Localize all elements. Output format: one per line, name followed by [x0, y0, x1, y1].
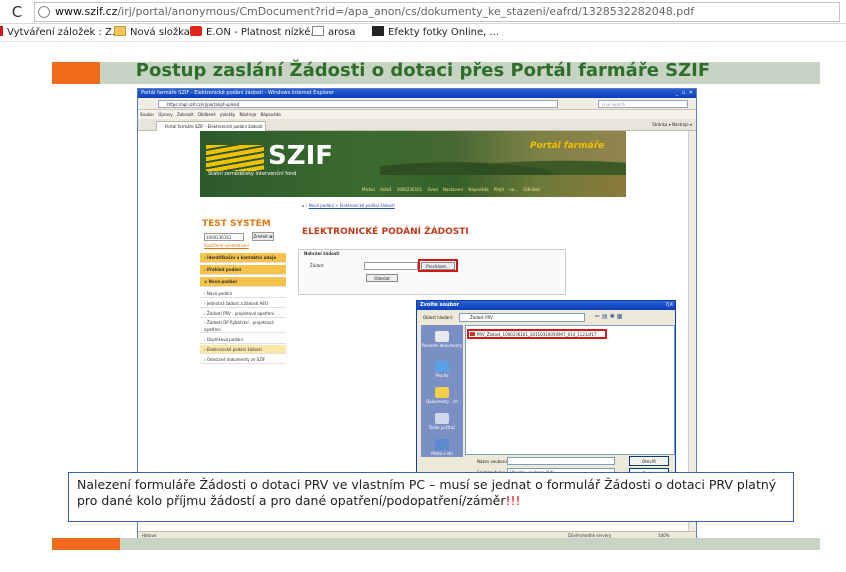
file-dialog: Zvolte soubor ?|X Oblast hledání: Žádost… — [416, 300, 676, 480]
upload-frame-title: Nahrání žádosti — [304, 251, 340, 256]
places-bar: Poslední dokumenty Plocha Dokumenty - ch… — [421, 325, 463, 457]
portal-name: Portál farmáře — [530, 141, 605, 151]
ie-title-bar: Portál farmáře SZIF - Elektronické podán… — [138, 89, 696, 98]
test-system-label: TEST SYSTÉM — [202, 219, 271, 229]
reload-icon[interactable]: C — [8, 3, 26, 21]
sidebar-item[interactable]: › Přehled podání — [200, 265, 286, 275]
address-bar[interactable]: www.szif.cz/irj/portal/anonymous/CmDocum… — [34, 2, 840, 22]
pix-icon — [372, 26, 384, 36]
extended-search-link[interactable]: Rozšířené vyhledávání — [204, 243, 249, 248]
ie-tab-row: Portál farmáře SZIF - Elektronické podán… — [138, 119, 696, 131]
file-item-highlighted[interactable]: PRV_Žádost_1000236161_20110310050907_014… — [467, 329, 607, 339]
url-path: /irj/portal/anonymous/CmDocument?rid=/ap… — [117, 5, 695, 18]
bookmark-marker-icon — [0, 26, 3, 36]
bookmark-item[interactable]: arosa — [312, 26, 355, 40]
place-recent[interactable]: Poslední dokumenty — [421, 331, 463, 348]
slide-footer-orange — [52, 538, 120, 550]
browser-nav-bar: C www.szif.cz/irj/portal/anonymous/CmDoc… — [0, 0, 846, 24]
portal-header: SZIF Státní zemědělský intervenční fond … — [200, 131, 626, 197]
screenshot-root: C www.szif.cz/irj/portal/anonymous/CmDoc… — [0, 0, 846, 572]
browse-button[interactable]: Procházet... — [421, 262, 455, 270]
change-button[interactable]: Změnit ⊠ — [252, 232, 274, 241]
file-list[interactable] — [465, 325, 675, 455]
portal-top-nav[interactable]: Michal Antoš 1000236161 Úvod Nastavení N… — [362, 187, 540, 192]
url-host: www.szif.cz — [55, 5, 118, 18]
recent-docs-icon — [435, 331, 449, 342]
sidebar-item[interactable]: ∨ Nová podání — [200, 277, 286, 287]
file-dialog-title: Zvolte soubor — [417, 301, 675, 310]
ie-address-row: https://apl.szif.cz/irj/portal/pf-upload… — [138, 98, 696, 110]
send-button[interactable]: Odeslat — [366, 274, 398, 282]
ie-scrollbar[interactable] — [688, 131, 696, 531]
szif-logo-text: SZIF — [268, 141, 334, 171]
header-hills — [380, 153, 626, 175]
file-icon — [470, 332, 475, 336]
caption-exclaim: !!! — [505, 493, 521, 508]
sidebar-subitem[interactable]: › Odeslané dokumenty ze SZIF — [200, 355, 286, 364]
bookmark-folder[interactable]: Nová složka — [114, 26, 190, 40]
sidebar-subitem[interactable]: › Nová podání — [200, 289, 286, 298]
caption-box: Nalezení formuláře Žádosti o dotaci PRV … — [68, 472, 794, 522]
open-button[interactable]: Otevřít — [629, 456, 669, 466]
ie-menu-bar[interactable]: Soubor Úpravy Zobrazit Oblíbené položky … — [138, 110, 696, 119]
szif-logo-icon — [206, 145, 264, 171]
file-input[interactable] — [364, 262, 418, 270]
ie-search-input[interactable]: Live Search — [598, 100, 688, 108]
bookmark-item[interactable]: E.ON - Platnost nízké... — [190, 26, 320, 40]
folder-icon — [114, 26, 126, 36]
sidebar-item[interactable]: › Identifikační a kontaktní údaje — [200, 253, 286, 263]
eon-icon — [190, 26, 202, 36]
bookmarks-bar: Vytváření záložek : Z... Nová složka E.O… — [0, 24, 846, 42]
breadcrumb: ⌂ › Nová podání > Elektronické podání žá… — [302, 203, 395, 208]
place-network[interactable]: Místa v síti — [421, 439, 463, 456]
sidebar-subitem[interactable]: › Žádosti PRV - projektová opatření — [200, 309, 286, 318]
ie-tab[interactable]: Portál farmáře SZIF - Elektronické podán… — [156, 121, 266, 131]
dialog-controls[interactable]: ?|X — [665, 302, 673, 308]
look-in-label: Oblast hledání: — [423, 315, 454, 320]
globe-icon — [38, 6, 50, 18]
sidebar-subitem[interactable]: › Doplňková podání — [200, 335, 286, 344]
sidebar-subitem-active[interactable]: › Elektronické podání žádosti — [200, 345, 286, 354]
network-icon — [435, 439, 449, 450]
bookmark-item[interactable]: Efekty fotky Online, ... — [372, 26, 499, 40]
sidebar-subitem[interactable]: › Žádosti OP Rybářství - projektová — [200, 319, 286, 326]
ie-address-input[interactable]: https://apl.szif.cz/irj/portal/pf-upload — [158, 100, 558, 108]
breadcrumb-link[interactable]: Nová podání — [309, 203, 334, 208]
computer-icon — [435, 413, 449, 424]
place-computer[interactable]: Tento počítač — [421, 413, 463, 430]
szif-logo-subtitle: Státní zemědělský intervenční fond — [208, 171, 297, 177]
place-documents[interactable]: Dokumenty - ch — [421, 387, 463, 404]
page-icon — [312, 26, 324, 36]
sidebar-subitem[interactable]: › Jednotná žádost a žádosti AEO — [200, 299, 286, 308]
place-desktop[interactable]: Plocha — [421, 361, 463, 378]
document-label: Žádost — [310, 263, 324, 268]
slide-title: Postup zaslání Žádosti o dotaci přes Por… — [135, 60, 711, 81]
caption-text: Nalezení formuláře Žádosti o dotaci PRV … — [77, 477, 777, 508]
user-id-field[interactable]: 1000236161 — [204, 233, 244, 241]
page-heading: ELEKTRONICKÉ PODÁNÍ ŽÁDOSTI — [302, 227, 469, 237]
bookmark-item[interactable]: Vytváření záložek : Z... — [0, 26, 121, 40]
filename-input[interactable] — [507, 457, 615, 465]
look-in-select[interactable]: Žádost PRV — [459, 313, 585, 322]
ie-command-bar[interactable]: Stránka ▾ Nástroje ▾ — [652, 121, 692, 129]
documents-icon — [435, 387, 449, 398]
dialog-toolbar-icons[interactable]: ⇐▤✱▦ — [595, 313, 624, 320]
window-controls[interactable]: _ ▫ ✕ — [676, 90, 694, 96]
filename-label: Název souboru: — [477, 459, 509, 464]
sidebar-subitem-cont: opatření — [200, 326, 286, 333]
desktop-icon — [435, 361, 449, 372]
slide-footer-green — [120, 538, 820, 550]
